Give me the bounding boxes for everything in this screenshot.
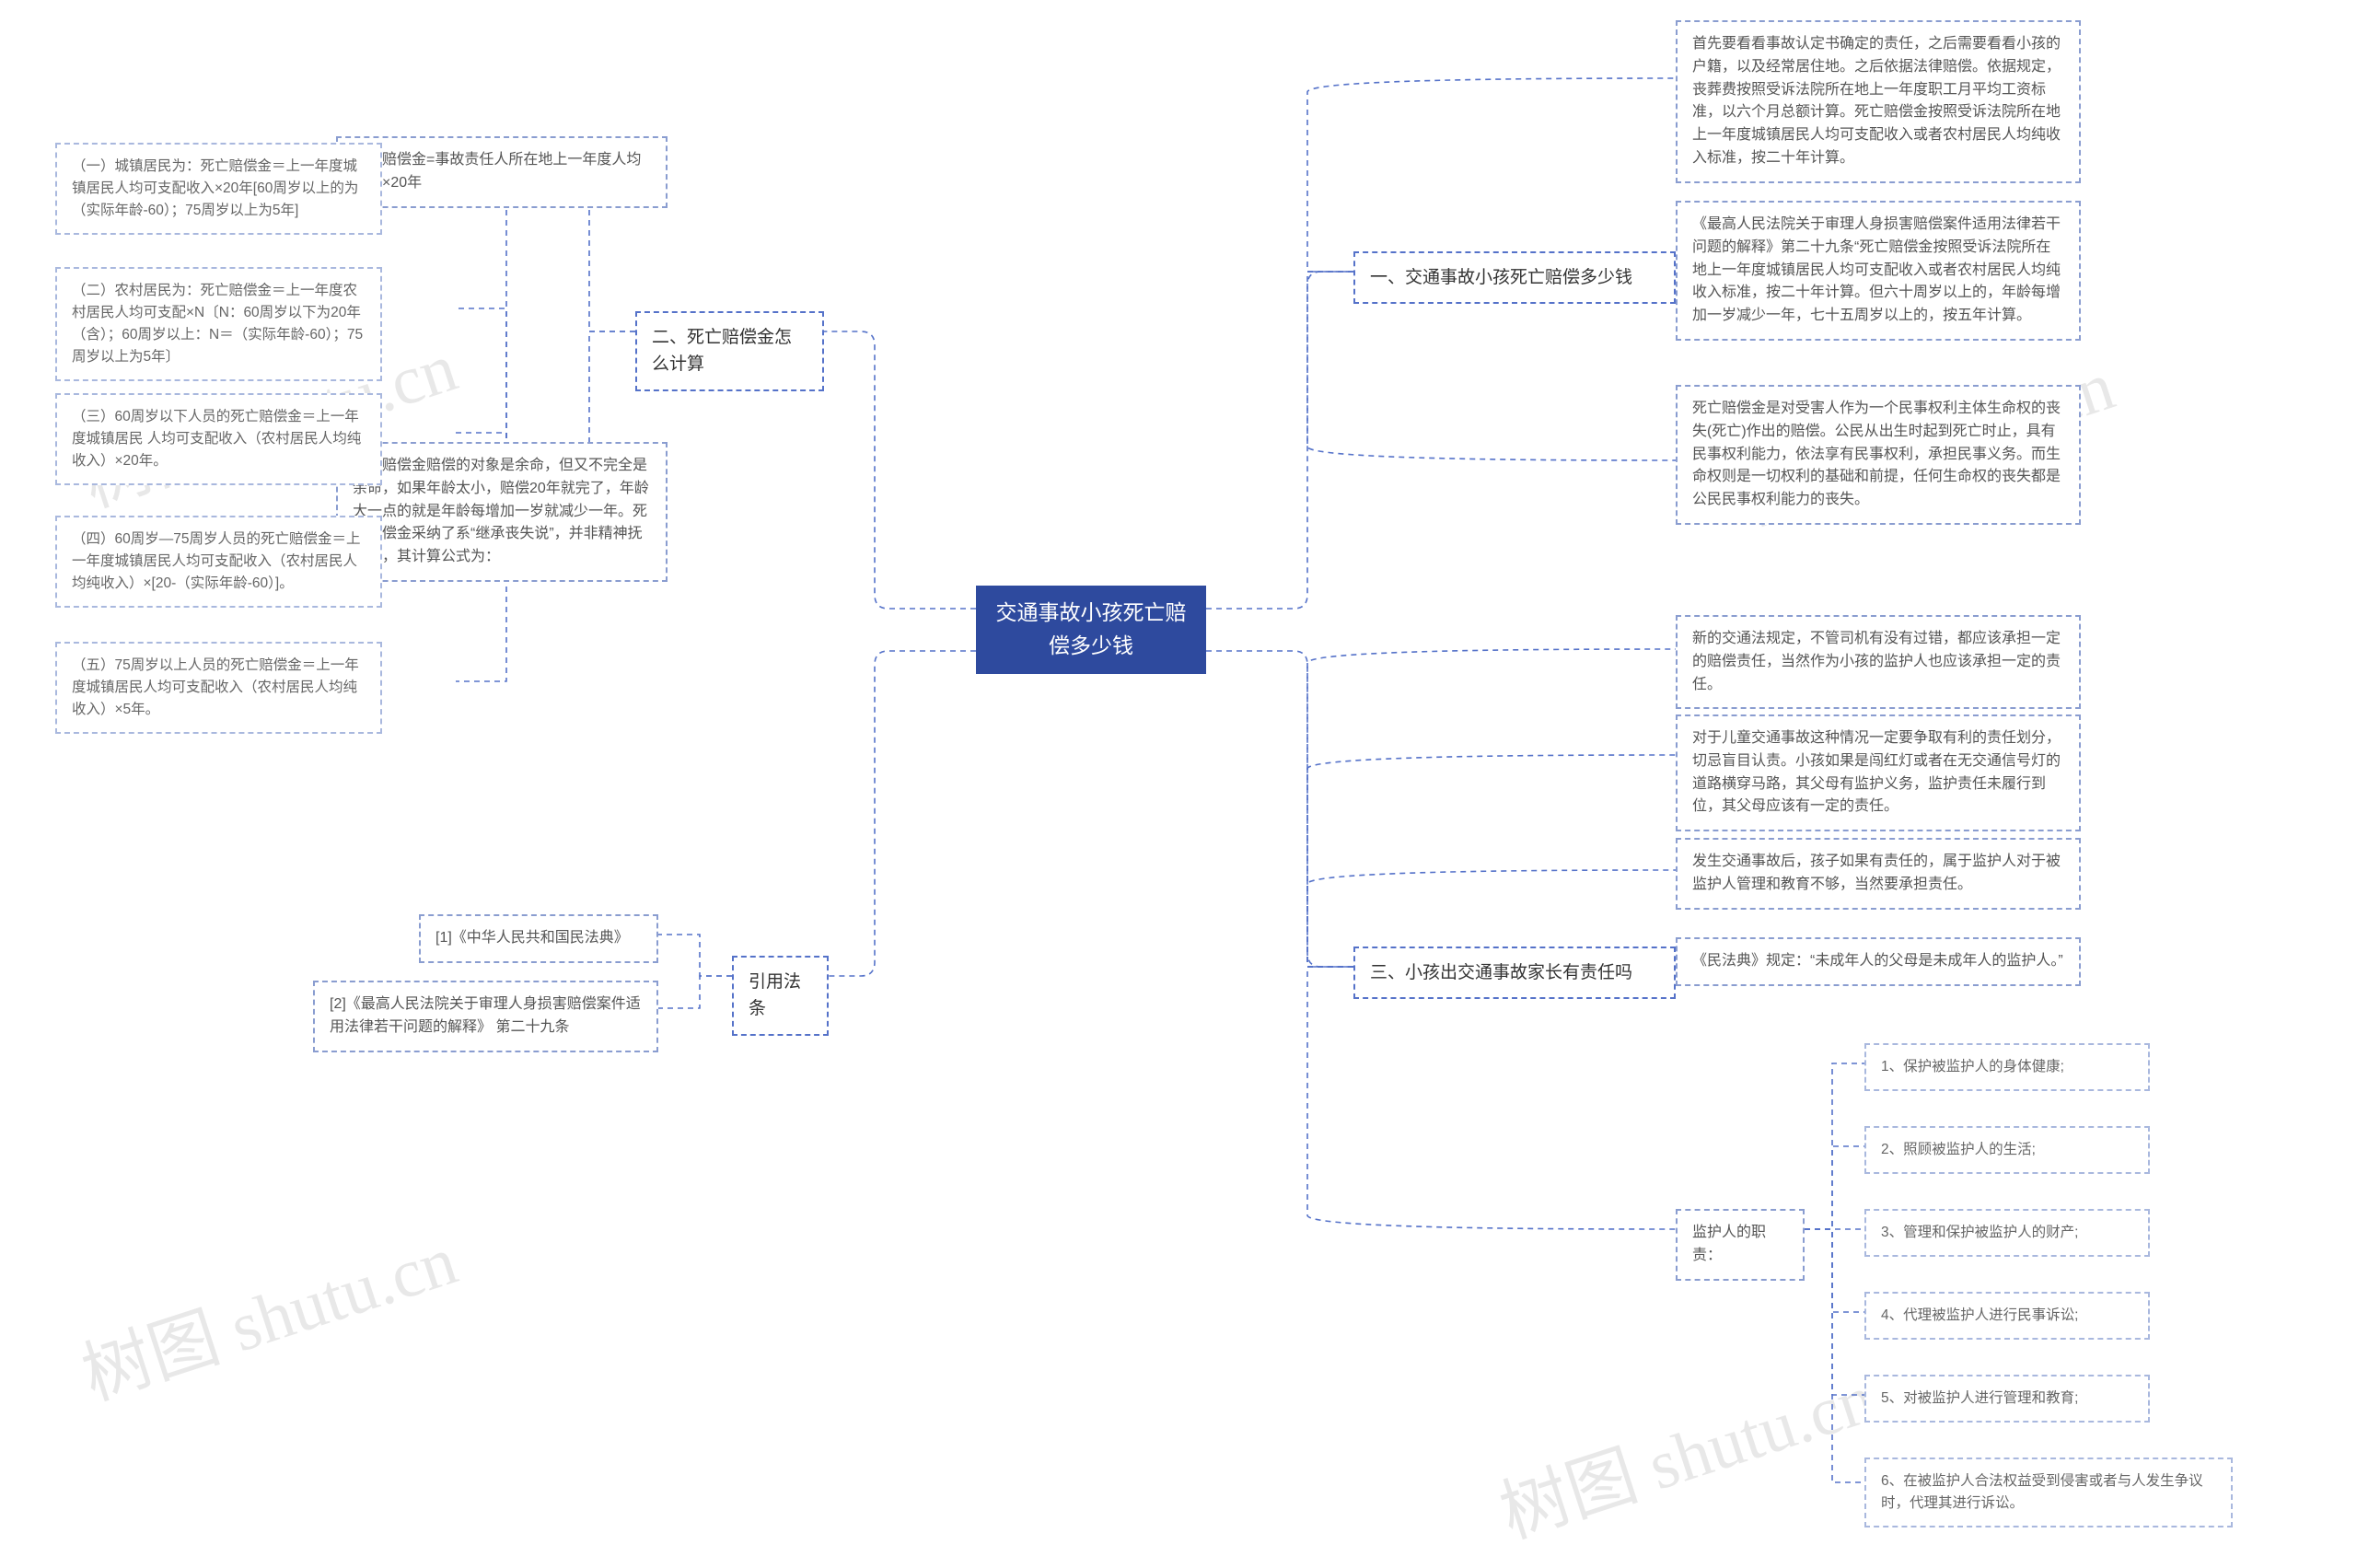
- leaf-2-1: 死亡赔偿金=事故责任人所在地上一年度人均收入×20年: [336, 136, 668, 208]
- branch-3: 三、小孩出交通事故家长有责任吗: [1353, 947, 1676, 999]
- branch-1: 一、交通事故小孩死亡赔偿多少钱: [1353, 251, 1676, 304]
- ref-2: [2]《最高人民法院关于审理人身损害赔偿案件适用法律若干问题的解释》 第二十九条: [313, 981, 658, 1052]
- leaf-3-2: 对于儿童交通事故这种情况一定要争取有利的责任划分，切忌盲目认责。小孩如果是闯红灯…: [1676, 714, 2081, 831]
- leaf-2-2: 死亡赔偿金赔偿的对象是余命，但又不完全是余命，如果年龄太小，赔偿20年就完了，年…: [336, 442, 668, 582]
- duty-5: 5、对被监护人进行管理和教育;: [1864, 1375, 2150, 1423]
- leaf-1-2: 《最高人民法院关于审理人身损害赔偿案件适用法律若干问题的解释》第二十九条“死亡赔…: [1676, 201, 2081, 341]
- leaf-3-4: 《民法典》规定：“未成年人的父母是未成年人的监护人。”: [1676, 937, 2081, 986]
- branch-2: 二、死亡赔偿金怎么计算: [635, 311, 824, 391]
- duty-2: 2、照顾被监护人的生活;: [1864, 1126, 2150, 1174]
- center-node: 交通事故小孩死亡赔偿多少钱: [976, 586, 1206, 674]
- watermark: 树图 shutu.cn: [1485, 1342, 1885, 1558]
- duty-1: 1、保护被监护人的身体健康;: [1864, 1043, 2150, 1091]
- leaf-3-sub-title: 监护人的职责：: [1676, 1209, 1805, 1281]
- branch-4: 引用法条: [732, 956, 829, 1036]
- ref-1: [1]《中华人民共和国民法典》: [419, 914, 658, 963]
- watermark: 树图 shutu.cn: [67, 1204, 467, 1420]
- leaf-1-1: 首先要看看事故认定书确定的责任，之后需要看看小孩的户籍，以及经常居住地。之后依据…: [1676, 20, 2081, 183]
- calc-2: （二）农村居民为：死亡赔偿金＝上一年度农村居民人均可支配×N〔N：60周岁以下为…: [55, 267, 382, 381]
- calc-3: （三）60周岁以下人员的死亡赔偿金＝上一年度城镇居民 人均可支配收入（农村居民人…: [55, 393, 382, 485]
- calc-1: （一）城镇居民为：死亡赔偿金＝上一年度城镇居民人均可支配收入×20年[60周岁以…: [55, 143, 382, 235]
- leaf-1-3: 死亡赔偿金是对受害人作为一个民事权利主体生命权的丧失(死亡)作出的赔偿。公民从出…: [1676, 385, 2081, 525]
- calc-5: （五）75周岁以上人员的死亡赔偿金＝上一年度城镇居民人均可支配收入（农村居民人均…: [55, 642, 382, 734]
- duty-4: 4、代理被监护人进行民事诉讼;: [1864, 1292, 2150, 1340]
- leaf-3-3: 发生交通事故后，孩子如果有责任的，属于监护人对于被监护人管理和教育不够，当然要承…: [1676, 838, 2081, 910]
- leaf-3-1: 新的交通法规定，不管司机有没有过错，都应该承担一定的赔偿责任，当然作为小孩的监护…: [1676, 615, 2081, 709]
- duty-3: 3、管理和保护被监护人的财产;: [1864, 1209, 2150, 1257]
- calc-4: （四）60周岁—75周岁人员的死亡赔偿金＝上一年度城镇居民人均可支配收入（农村居…: [55, 516, 382, 608]
- duty-6: 6、在被监护人合法权益受到侵害或者与人发生争议时，代理其进行诉讼。: [1864, 1458, 2233, 1527]
